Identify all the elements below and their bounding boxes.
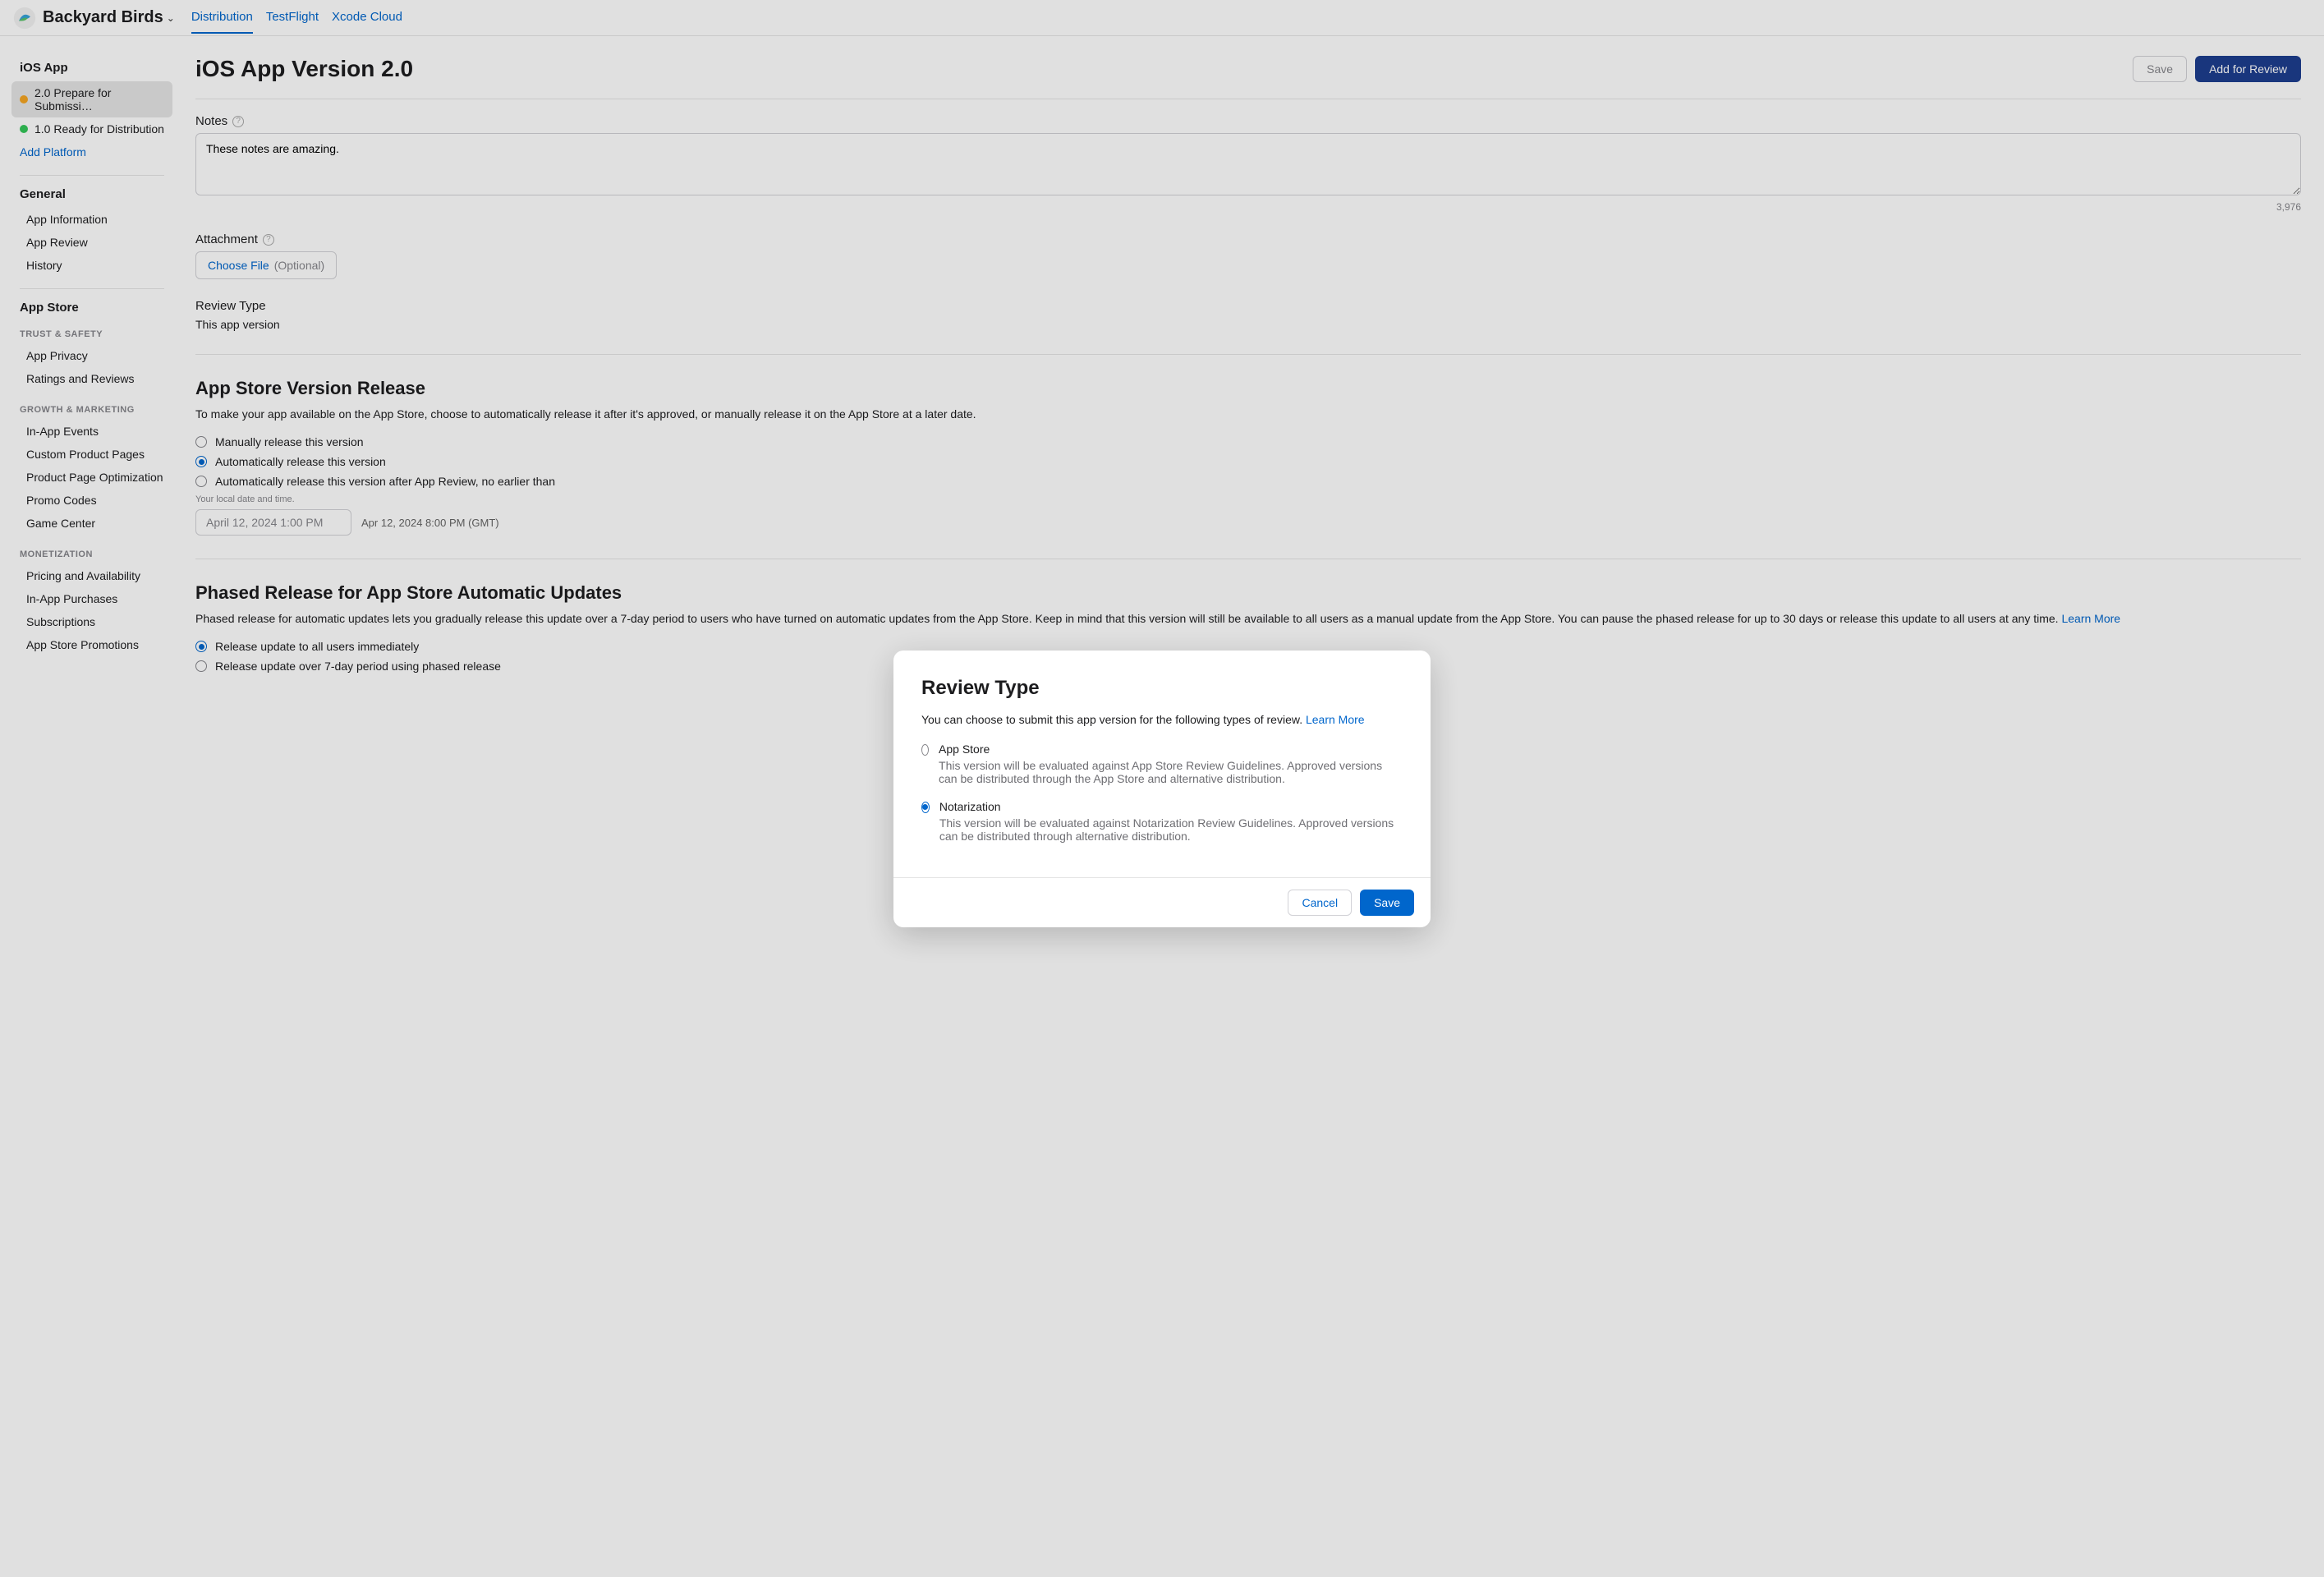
option-title: App Store [939, 743, 1403, 756]
save-button[interactable]: Save [1360, 890, 1414, 916]
review-type-modal: Review Type You can choose to submit thi… [893, 651, 1431, 927]
option-desc: This version will be evaluated against A… [939, 759, 1403, 785]
radio-icon[interactable] [921, 802, 930, 813]
modal-desc: You can choose to submit this app versio… [921, 713, 1403, 726]
modal-option-app-store[interactable]: App Store This version will be evaluated… [921, 743, 1403, 785]
option-title: Notarization [939, 800, 1403, 813]
modal-title: Review Type [921, 677, 1403, 700]
modal-option-notarization[interactable]: Notarization This version will be evalua… [921, 800, 1403, 843]
modal-overlay: Review Type You can choose to submit thi… [0, 0, 2324, 1577]
cancel-button[interactable]: Cancel [1288, 890, 1352, 916]
option-desc: This version will be evaluated against N… [939, 816, 1403, 843]
modal-footer: Cancel Save [893, 877, 1431, 927]
radio-icon[interactable] [921, 744, 929, 756]
learn-more-link[interactable]: Learn More [1306, 713, 1365, 726]
